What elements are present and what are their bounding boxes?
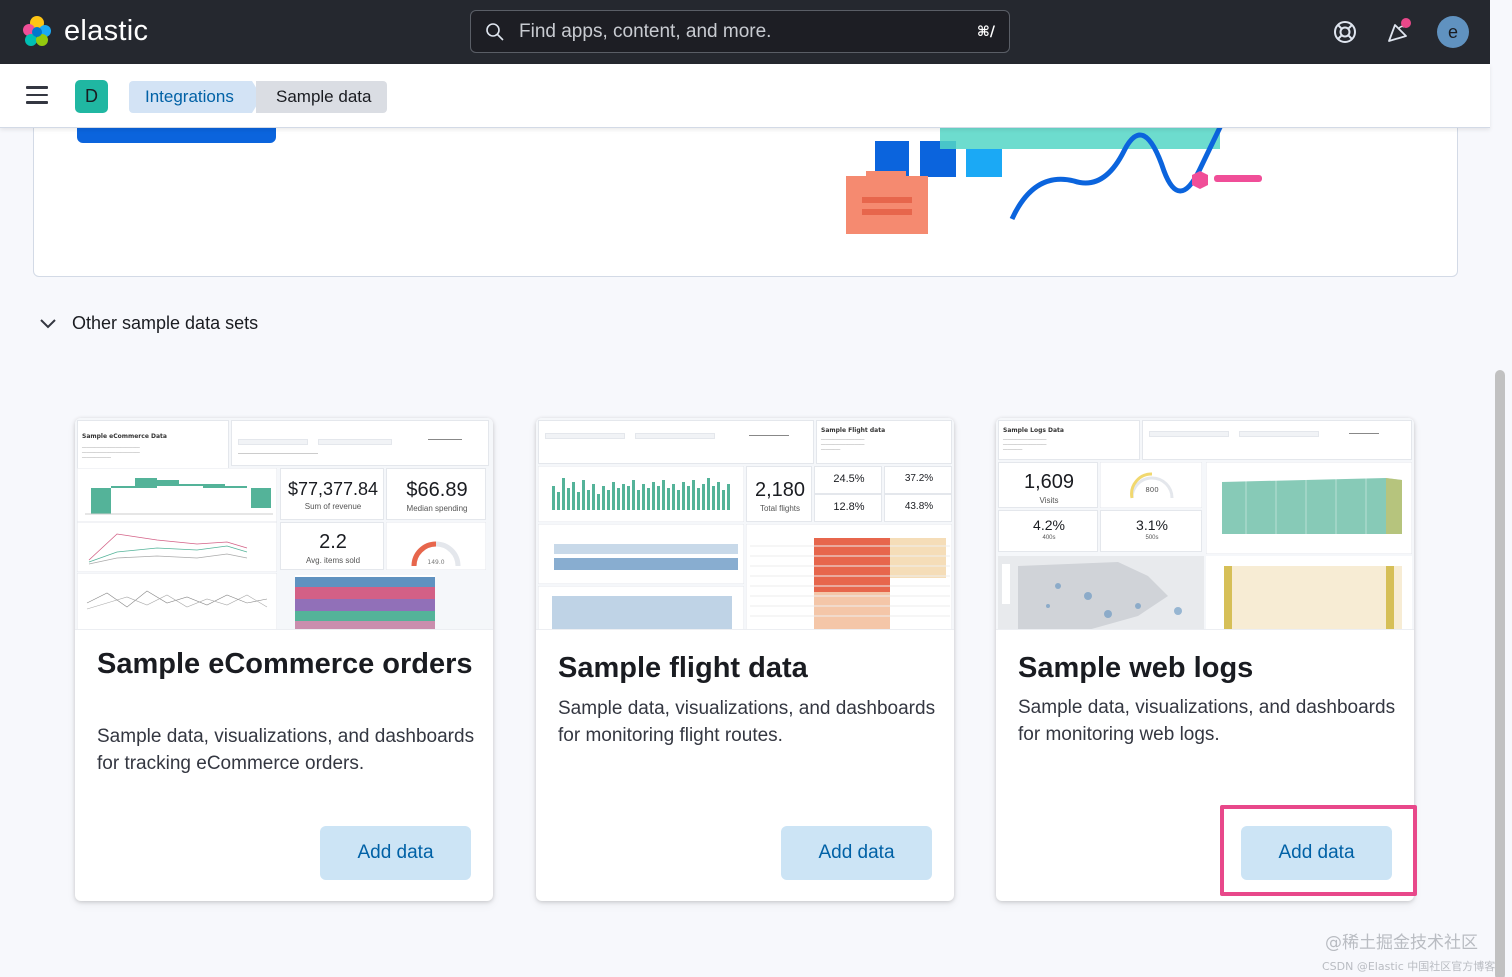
- items-metric-panel: 2.2 Avg. items sold: [280, 522, 384, 570]
- revenue-metric-panel: $77,377.84 Sum of revenue: [280, 468, 384, 520]
- top-header: elastic Find apps, content, and more. ⌘/…: [0, 0, 1490, 64]
- cancelled-panel: 12.8%: [814, 494, 882, 522]
- delayed-value: 24.5%: [833, 473, 865, 485]
- preview-title: Sample Logs Data: [1003, 427, 1064, 434]
- preview-multi-line: [77, 573, 277, 629]
- space-avatar[interactable]: D: [75, 80, 108, 113]
- card-description: Sample data, visualizations, and dashboa…: [1018, 697, 1396, 745]
- highlight-box: [1220, 805, 1417, 896]
- preview-controls: [1142, 420, 1412, 460]
- user-avatar[interactable]: e: [1437, 16, 1469, 48]
- median-label: Median spending: [406, 504, 468, 513]
- ecommerce-preview: Sample eCommerce Data ──────────────────…: [75, 418, 493, 630]
- page-scrollbar[interactable]: [1495, 370, 1505, 977]
- preview-gauge: 800: [1100, 462, 1202, 508]
- errors-500-value: 3.1%: [1136, 517, 1168, 533]
- cancelled-value: 12.8%: [833, 501, 865, 513]
- card-title: Sample web logs: [1018, 652, 1254, 684]
- preview-panel: Sample Logs Data ────────────────── ─────…: [998, 420, 1140, 460]
- help-icon[interactable]: [1330, 17, 1360, 47]
- gauge-value: 149.0: [427, 559, 444, 566]
- total-flights-panel: 2,180 Total flights: [746, 466, 812, 522]
- median-metric-panel: $66.89 Median spending: [386, 468, 486, 520]
- watermark-csdn: CSDN @Elastic 中国社区官方博客: [1322, 960, 1496, 973]
- delayed-panel: 24.5%: [814, 466, 882, 494]
- delay-buckets-value: 37.2%: [904, 473, 934, 484]
- breadcrumb-bar: D Integrations Sample data: [0, 64, 1490, 128]
- errors-500-panel: 3.1% 500s: [1100, 510, 1202, 552]
- brand-name: elastic: [64, 14, 149, 47]
- preview-controls: [538, 420, 814, 464]
- flights-preview: Sample Flight data ────────────────── ───…: [536, 418, 954, 630]
- preview-panel: Sample Flight data ────────────────── ───…: [816, 420, 952, 464]
- search-input[interactable]: Find apps, content, and more.: [519, 21, 977, 43]
- gauge-value: 800: [1145, 486, 1158, 494]
- errors-400-value: 4.2%: [1033, 517, 1065, 533]
- revenue-label: Sum of revenue: [304, 502, 362, 511]
- preview-area-chart: [1206, 462, 1412, 554]
- items-value: 2.2: [319, 531, 347, 553]
- search-icon: [486, 22, 504, 41]
- card-title: Sample eCommerce orders: [97, 648, 473, 680]
- items-label: Avg. items sold: [305, 556, 361, 565]
- preview-title: Sample Flight data: [821, 427, 886, 434]
- elastic-logo-icon: [23, 16, 51, 46]
- preview-map: [998, 556, 1204, 629]
- errors-500-label: 500s: [1145, 535, 1159, 541]
- elastic-logo[interactable]: elastic: [20, 14, 148, 48]
- chevron-down-icon: [40, 318, 56, 328]
- breadcrumb-integrations[interactable]: Integrations: [129, 81, 262, 113]
- revenue-value: $77,377.84: [287, 479, 379, 499]
- preview-sankey: [1206, 556, 1412, 629]
- median-value: $66.89: [406, 479, 468, 501]
- preview-delays-chart: [538, 524, 744, 584]
- errors-400-label: 400s: [1042, 535, 1056, 541]
- preview-line-chart: [77, 522, 277, 572]
- preview-gauge: 149.0: [386, 522, 486, 570]
- preview-delay-table: [746, 524, 952, 629]
- accordion-label: Other sample data sets: [72, 313, 259, 333]
- add-ecommerce-data-button[interactable]: Add data: [320, 826, 471, 880]
- visits-value: 1,609: [1023, 471, 1075, 493]
- preview-delay-type: [538, 586, 744, 629]
- card-ecommerce: Sample eCommerce Data ──────────────────…: [75, 418, 493, 901]
- card-description: Sample data, visualizations, and dashboa…: [558, 698, 936, 746]
- visits-label: Visits: [1039, 496, 1059, 505]
- preview-bar-chart: [77, 468, 277, 522]
- preview-heat-bars: [295, 575, 435, 629]
- news-feed-icon[interactable]: [1384, 17, 1414, 47]
- other-sample-data-accordion[interactable]: Other sample data sets: [38, 313, 258, 334]
- errors-400-panel: 4.2% 400s: [998, 510, 1098, 552]
- preview-panel: Sample eCommerce Data ──────────────────…: [77, 420, 229, 470]
- card-title: Sample flight data: [558, 652, 808, 684]
- menu-icon[interactable]: [26, 86, 48, 104]
- breadcrumb-sample-data: Sample data: [256, 81, 388, 113]
- total-flights-value: 2,180: [754, 479, 806, 501]
- preview-title: Sample eCommerce Data: [82, 433, 167, 440]
- logs-preview: Sample Logs Data ────────────────── ─────…: [996, 418, 1414, 630]
- weather-panel: 43.8%: [884, 494, 952, 522]
- search-shortcut: ⌘/: [976, 23, 995, 40]
- total-flights-label: Total flights: [759, 504, 801, 513]
- global-search[interactable]: Find apps, content, and more. ⌘/: [470, 10, 1010, 53]
- watermark-juejin: @稀土掘金技术社区: [1325, 933, 1478, 953]
- card-description: Sample data, visualizations, and dashboa…: [97, 726, 475, 774]
- card-flights: Sample Flight data ────────────────── ───…: [536, 418, 954, 901]
- weather-value: 43.8%: [904, 501, 934, 512]
- visits-panel: 1,609 Visits: [998, 462, 1098, 508]
- add-flight-data-button[interactable]: Add data: [781, 826, 932, 880]
- preview-controls: [231, 420, 489, 466]
- preview-bar-chart: [538, 466, 744, 522]
- delay-buckets-panel: 37.2%: [884, 466, 952, 494]
